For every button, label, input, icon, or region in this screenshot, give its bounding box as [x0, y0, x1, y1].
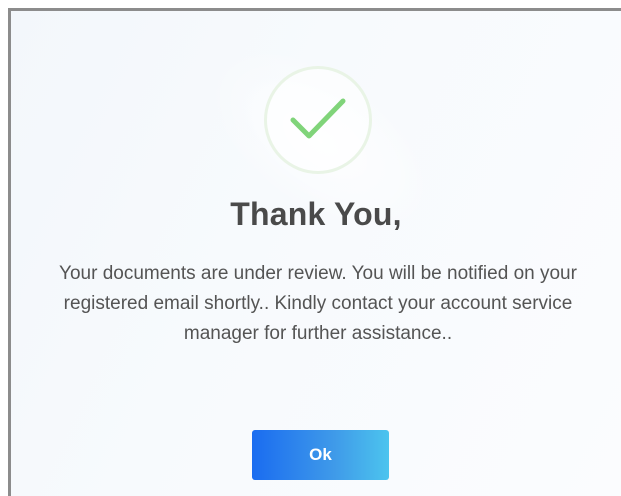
success-indicator — [264, 66, 372, 174]
check-icon — [290, 98, 346, 139]
confirmation-dialog: Thank You, Your documents are under revi… — [8, 8, 621, 496]
ok-button[interactable]: Ok — [252, 430, 389, 480]
dialog-message: Your documents are under review. You wil… — [59, 263, 577, 344]
dialog-title: Thank You, — [230, 196, 402, 232]
